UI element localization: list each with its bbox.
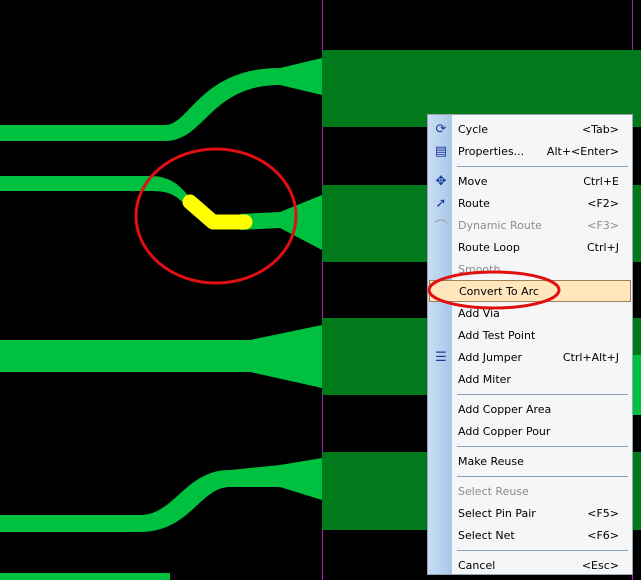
menu-item-label: Convert To Arc bbox=[459, 284, 539, 298]
menu-item-select-net[interactable]: Select Net <F6> bbox=[429, 524, 631, 546]
menu-item-label: Add Copper Area bbox=[458, 402, 552, 416]
route-icon: ➚ bbox=[435, 195, 447, 211]
menu-item-shortcut: Alt+<Enter> bbox=[546, 144, 619, 158]
menu-item-add-test-point[interactable]: Add Test Point bbox=[429, 324, 631, 346]
menu-item-dynamic-route[interactable]: ⌒ Dynamic Route <F3> bbox=[429, 214, 631, 236]
menu-item-shortcut: <F2> bbox=[587, 196, 619, 210]
menu-item-shortcut: <F3> bbox=[587, 218, 619, 232]
menu-item-add-copper-area[interactable]: Add Copper Area bbox=[429, 398, 631, 420]
menu-separator bbox=[457, 394, 628, 395]
menu-item-label: Add Miter bbox=[458, 372, 511, 386]
selected-segment[interactable] bbox=[182, 194, 253, 230]
menu-item-label: Add Copper Pour bbox=[458, 424, 551, 438]
menu-item-add-via[interactable]: Add Via bbox=[429, 302, 631, 324]
menu-item-cancel[interactable]: Cancel <Esc> bbox=[429, 554, 631, 576]
menu-item-convert-to-arc[interactable]: Convert To Arc bbox=[429, 280, 631, 302]
menu-item-label: Smooth bbox=[458, 262, 501, 276]
menu-item-route[interactable]: ➚ Route <F2> bbox=[429, 192, 631, 214]
menu-item-label: Move bbox=[458, 174, 488, 188]
menu-item-select-pin-pair[interactable]: Select Pin Pair <F5> bbox=[429, 502, 631, 524]
menu-item-add-jumper[interactable]: ☰ Add Jumper Ctrl+Alt+J bbox=[429, 346, 631, 368]
menu-item-route-loop[interactable]: Route Loop Ctrl+J bbox=[429, 236, 631, 258]
menu-item-label: Properties... bbox=[458, 144, 525, 158]
menu-item-label: Cancel bbox=[458, 558, 496, 572]
menu-item-label: Dynamic Route bbox=[458, 218, 542, 232]
cycle-icon: ⟳ bbox=[435, 121, 447, 137]
menu-item-shortcut: Ctrl+E bbox=[583, 174, 619, 188]
menu-item-properties[interactable]: ▤ Properties... Alt+<Enter> bbox=[429, 140, 631, 162]
menu-separator bbox=[457, 446, 628, 447]
trace[interactable] bbox=[0, 325, 322, 388]
context-menu: ⟳ Cycle <Tab> ▤ Properties... Alt+<Enter> ✥ Mov… bbox=[427, 114, 633, 575]
menu-item-label: Select Net bbox=[458, 528, 515, 542]
properties-icon: ▤ bbox=[434, 143, 448, 159]
trace[interactable] bbox=[0, 458, 322, 532]
menu-item-label: Route Loop bbox=[458, 240, 520, 254]
menu-separator bbox=[457, 166, 628, 167]
menu-item-shortcut: Ctrl+J bbox=[586, 240, 619, 254]
menu-item-move[interactable]: ✥ Move Ctrl+E bbox=[429, 170, 631, 192]
menu-item-shortcut: <Esc> bbox=[581, 558, 619, 572]
menu-item-add-miter[interactable]: Add Miter bbox=[429, 368, 631, 390]
menu-item-smooth[interactable]: Smooth bbox=[429, 258, 631, 280]
menu-item-cycle[interactable]: ⟳ Cycle <Tab> bbox=[429, 118, 631, 140]
menu-item-label: Select Pin Pair bbox=[458, 506, 536, 520]
trace[interactable] bbox=[0, 176, 190, 210]
menu-item-shortcut: <F6> bbox=[587, 528, 619, 542]
menu-item-add-copper-pour[interactable]: Add Copper Pour bbox=[429, 420, 631, 442]
menu-item-shortcut: Ctrl+Alt+J bbox=[562, 350, 619, 364]
menu-separator bbox=[457, 476, 628, 477]
menu-item-label: Route bbox=[458, 196, 490, 210]
menu-item-label: Add Via bbox=[458, 306, 500, 320]
menu-item-select-reuse[interactable]: Select Reuse bbox=[429, 480, 631, 502]
menu-item-label: Cycle bbox=[458, 122, 489, 136]
menu-item-make-reuse[interactable]: Make Reuse bbox=[429, 450, 631, 472]
trace[interactable] bbox=[0, 573, 170, 580]
menu-item-shortcut: <Tab> bbox=[581, 122, 619, 136]
menu-item-label: Select Reuse bbox=[458, 484, 529, 498]
trace[interactable] bbox=[632, 355, 641, 415]
trace[interactable] bbox=[0, 58, 322, 141]
menu-item-label: Add Jumper bbox=[458, 350, 522, 364]
jumper-icon: ☰ bbox=[435, 349, 447, 365]
dynamic-route-icon: ⌒ bbox=[434, 219, 448, 235]
menu-separator bbox=[457, 550, 628, 551]
menu-item-label: Add Test Point bbox=[458, 328, 536, 342]
menu-item-label: Make Reuse bbox=[458, 454, 524, 468]
menu-item-shortcut: <F5> bbox=[587, 506, 619, 520]
move-icon: ✥ bbox=[435, 173, 447, 189]
